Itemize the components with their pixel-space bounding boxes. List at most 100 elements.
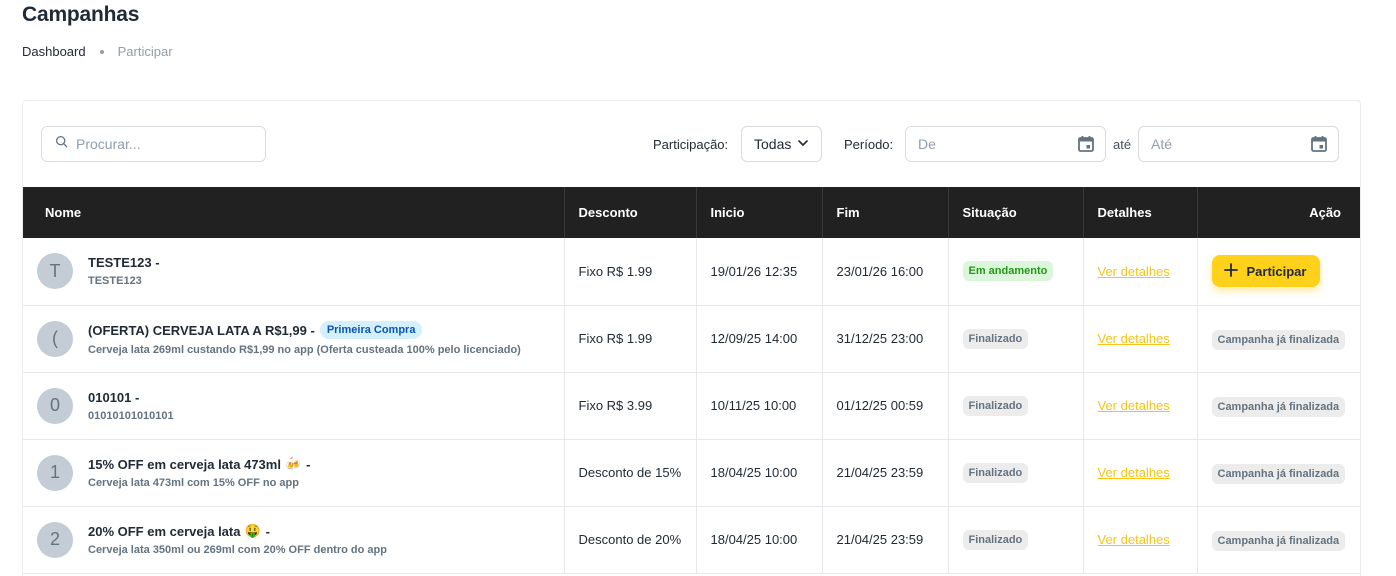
cell-desconto: Fixo R$ 1.99 (564, 238, 697, 305)
cell-acao: Campanha já finalizada (1197, 305, 1360, 372)
search-input[interactable] (76, 136, 256, 152)
ver-detalhes-link[interactable]: Ver detalhes (1098, 264, 1170, 279)
breadcrumb: Dashboard Participar (22, 44, 173, 59)
breadcrumb-current: Participar (117, 44, 173, 59)
plus-icon (1223, 262, 1247, 280)
cell-inicio: 12/09/25 14:00 (696, 305, 823, 372)
breadcrumb-separator (99, 49, 104, 54)
col-header-inicio[interactable]: Inicio (696, 187, 823, 238)
emoji-icon: 🍻 (284, 456, 302, 471)
cell-fim: 21/04/25 23:59 (822, 439, 949, 506)
campaign-name: 15% OFF em cerveja lata 473ml (88, 456, 281, 472)
participacao-value: Todas (754, 136, 792, 152)
ate-label: até (1113, 137, 1132, 152)
date-to-placeholder: Até (1151, 136, 1173, 152)
cell-detalhes: Ver detalhes (1083, 238, 1198, 305)
avatar: 1 (37, 454, 73, 491)
ver-detalhes-link[interactable]: Ver detalhes (1098, 532, 1170, 547)
avatar: T (37, 253, 73, 290)
cell-detalhes: Ver detalhes (1083, 439, 1198, 506)
cell-inicio: 10/11/25 10:00 (696, 372, 823, 439)
cell-desconto: Desconto de 20% (564, 506, 697, 573)
col-header-nome[interactable]: Nome (23, 187, 565, 238)
avatar: 0 (37, 387, 73, 424)
status-badge: Finalizado (962, 462, 1029, 483)
campaign-name: 010101 - (88, 389, 140, 405)
campaigns-card: Participação: Todas Período: De até Até (22, 100, 1361, 576)
filter-toolbar: Participação: Todas Período: De até Até (23, 101, 1360, 188)
table-row: T TESTE123 - TESTE123 Fixo R$ 1.99 19/01… (23, 238, 1360, 305)
col-header-acao[interactable]: Ação (1197, 187, 1360, 238)
search-icon (55, 135, 68, 153)
status-badge: Finalizado (962, 328, 1029, 349)
campaign-description: Cerveja lata 473ml com 15% OFF no app (88, 477, 299, 489)
cell-acao: Participar (1197, 238, 1360, 305)
campaign-description: 01010101010101 (88, 409, 174, 422)
cell-fim: 21/04/25 23:59 (822, 506, 949, 573)
cell-acao: Campanha já finalizada (1197, 439, 1360, 506)
date-from-field[interactable]: De (905, 126, 1106, 162)
participacao-label: Participação: (653, 137, 729, 152)
cell-acao: Campanha já finalizada (1197, 506, 1360, 573)
cell-desconto: Fixo R$ 1.99 (564, 305, 697, 372)
table-row: 2 20% OFF em cerveja lata 🤑 - Cerveja lata… (23, 506, 1360, 573)
cell-nome: ( (OFERTA) CERVEJA LATA A R$1,99 - Primei… (23, 305, 565, 372)
avatar: ( (37, 320, 73, 357)
cell-situacao: Finalizado (948, 372, 1084, 439)
col-header-desconto[interactable]: Desconto (564, 187, 697, 238)
participar-label: Participar (1246, 263, 1307, 279)
cell-inicio: 18/04/25 10:00 (696, 439, 823, 506)
status-badge: Finalizado (962, 529, 1029, 550)
avatar: 2 (37, 521, 73, 558)
cell-inicio: 18/04/25 10:00 (696, 506, 823, 573)
cell-nome: 2 20% OFF em cerveja lata 🤑 - Cerveja lata… (23, 506, 565, 573)
cell-fim: 23/01/26 16:00 (822, 238, 949, 305)
periodo-label: Período: (844, 137, 894, 152)
page-title: Campanhas (22, 3, 140, 26)
cell-situacao: Finalizado (948, 305, 1084, 372)
status-badge: Em andamento (962, 261, 1054, 282)
ver-detalhes-link[interactable]: Ver detalhes (1098, 398, 1170, 413)
table-row: 0 010101 - 01010101010101 Fixo R$ 3.99 1… (23, 372, 1360, 439)
calendar-icon[interactable] (1077, 135, 1095, 156)
table-row: ( (OFERTA) CERVEJA LATA A R$1,99 - Primei… (23, 305, 1360, 372)
campaign-name: (OFERTA) CERVEJA LATA A R$1,99 - (88, 322, 315, 338)
campaign-description: TESTE123 (88, 275, 142, 288)
cell-desconto: Fixo R$ 3.99 (564, 372, 697, 439)
name-suffix: - (306, 456, 311, 472)
campanha-finalizada-badge: Campanha já finalizada (1211, 531, 1346, 551)
ver-detalhes-link[interactable]: Ver detalhes (1098, 331, 1170, 346)
col-header-fim[interactable]: Fim (822, 187, 949, 238)
cell-fim: 31/12/25 23:00 (822, 305, 949, 372)
participacao-select[interactable]: Todas (741, 126, 822, 162)
campanha-finalizada-badge: Campanha já finalizada (1211, 397, 1346, 417)
date-from-placeholder: De (918, 136, 936, 152)
cell-detalhes: Ver detalhes (1083, 305, 1198, 372)
cell-detalhes: Ver detalhes (1083, 372, 1198, 439)
cell-acao: Campanha já finalizada (1197, 372, 1360, 439)
status-badge: Finalizado (962, 395, 1029, 416)
cell-situacao: Finalizado (948, 506, 1084, 573)
cell-situacao: Finalizado (948, 439, 1084, 506)
campaigns-table: Nome Desconto Inicio Fim Situação Detalh… (23, 187, 1360, 574)
cell-fim: 01/12/25 00:59 (822, 372, 949, 439)
date-to-field[interactable]: Até (1138, 126, 1339, 162)
cell-situacao: Em andamento (948, 238, 1084, 305)
campanha-finalizada-badge: Campanha já finalizada (1211, 330, 1346, 350)
col-header-detalhes[interactable]: Detalhes (1083, 187, 1198, 238)
cell-nome: 0 010101 - 01010101010101 (23, 372, 565, 439)
ver-detalhes-link[interactable]: Ver detalhes (1098, 465, 1170, 480)
calendar-icon[interactable] (1310, 135, 1328, 156)
chevron-down-icon (791, 136, 809, 152)
cell-nome: T TESTE123 - TESTE123 (23, 238, 565, 305)
campaign-description: Cerveja lata 269ml custando R$1,99 no ap… (88, 344, 521, 356)
col-header-situacao[interactable]: Situação (948, 187, 1084, 238)
table-row: 1 15% OFF em cerveja lata 473ml 🍻 - Cervej… (23, 439, 1360, 506)
cell-nome: 1 15% OFF em cerveja lata 473ml 🍻 - Cervej… (23, 439, 565, 506)
participar-button[interactable]: Participar (1211, 255, 1321, 288)
campaign-name: 20% OFF em cerveja lata (88, 523, 241, 539)
table-header-row: Nome Desconto Inicio Fim Situação Detalh… (23, 187, 1360, 238)
campaign-name: TESTE123 - (88, 255, 160, 271)
breadcrumb-dashboard[interactable]: Dashboard (22, 44, 86, 59)
search-box[interactable] (41, 126, 266, 162)
